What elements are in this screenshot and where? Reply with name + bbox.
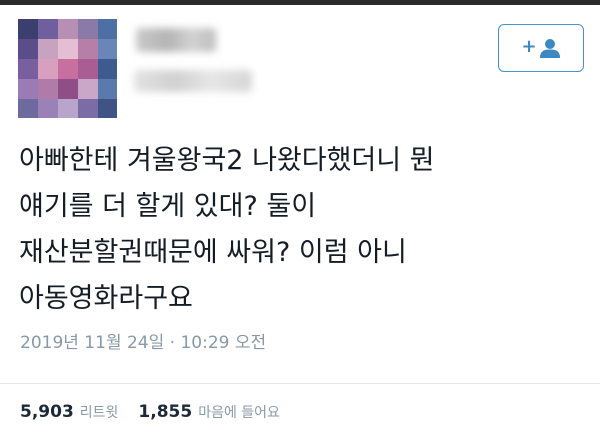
- tweet-text: 아빠한테 겨울왕국2 나왔다했더니 뭔 얘기를 더 할게 있대? 둘이 재산분할…: [19, 138, 579, 322]
- person-icon: [539, 39, 560, 58]
- like-count[interactable]: 1,855: [138, 402, 192, 422]
- tweet-line: 얘기를 더 할게 있대? 둘이: [19, 191, 317, 222]
- plus-icon: +: [521, 36, 537, 57]
- tweet-line: 재산분할권때문에 싸워? 이럼 아니: [19, 237, 407, 268]
- tweet-timestamp[interactable]: 2019년 11월 24일 · 10:29 오전: [20, 328, 266, 353]
- display-name-blurred[interactable]: [136, 28, 216, 52]
- top-border: [0, 0, 600, 5]
- tweet-line: 아동영화라구요: [19, 283, 193, 314]
- tweet-line: 아빠한테 겨울왕국2 나왔다했더니 뭔: [19, 145, 435, 176]
- retweet-count[interactable]: 5,903: [20, 402, 74, 422]
- like-label[interactable]: 마음에 들어요: [198, 402, 280, 422]
- avatar[interactable]: [18, 19, 117, 118]
- retweet-label[interactable]: 리트윗: [80, 402, 119, 422]
- username-blurred[interactable]: [134, 70, 252, 92]
- follow-button[interactable]: +: [498, 24, 584, 72]
- divider: [0, 383, 600, 384]
- tweet-stats: 5,903 리트윗 1,855 마음에 들어요: [20, 402, 280, 422]
